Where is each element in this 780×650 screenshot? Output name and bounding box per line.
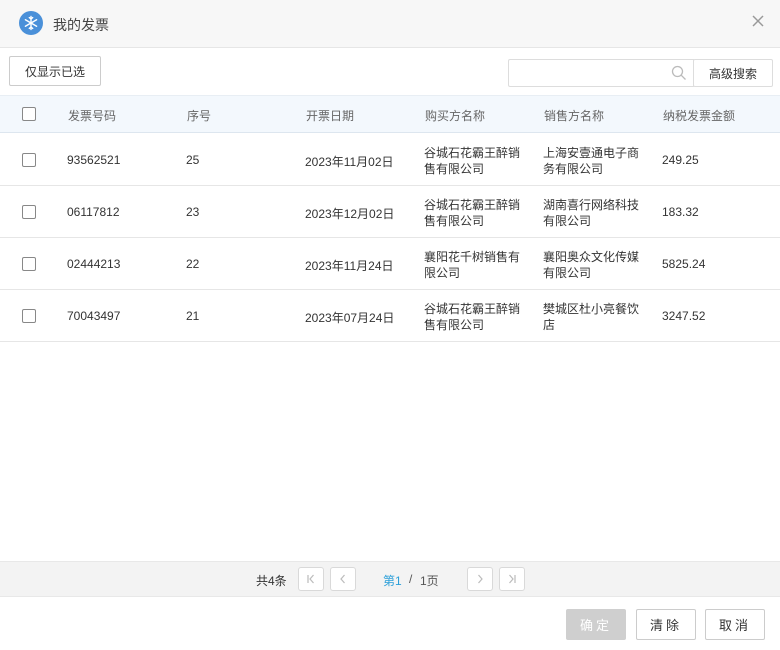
cell-buyer: 襄阳花千树销售有限公司 (424, 250, 521, 280)
column-header-buyer[interactable]: 购买方名称 (425, 107, 485, 124)
cell-invoice-no: 70043497 (67, 309, 121, 323)
current-page: 第1 (383, 574, 402, 588)
cell-buyer: 谷城石花霸王醉销售有限公司 (424, 302, 521, 332)
cell-date: 2023年11月24日 (305, 259, 394, 273)
last-page-icon[interactable] (499, 567, 525, 591)
row-checkbox[interactable] (22, 205, 36, 219)
cell-invoice-no: 06117812 (67, 205, 120, 219)
confirm-button[interactable]: 确定 (566, 609, 626, 640)
cell-seller: 樊城区杜小亮餐饮店 (543, 302, 640, 332)
total-count: 共4条 (256, 574, 287, 588)
snowflake-icon (19, 11, 43, 35)
table-row[interactable]: 06117812 23 2023年12月02日 谷城石花霸王醉销售有限公司 湖南… (0, 186, 780, 238)
pagination-bar: 共4条 第1 / 1页 (0, 561, 780, 597)
search-input[interactable] (508, 59, 694, 87)
cell-invoice-no: 02444213 (67, 257, 121, 271)
column-header-seller[interactable]: 销售方名称 (544, 107, 604, 124)
cell-seq: 23 (186, 205, 200, 219)
table-row[interactable]: 93562521 25 2023年11月02日 谷城石花霸王醉销售有限公司 上海… (0, 134, 780, 186)
page-separator: / (409, 572, 413, 586)
cell-amount: 183.32 (662, 205, 699, 219)
cell-seq: 25 (186, 153, 200, 167)
column-header-date[interactable]: 开票日期 (306, 107, 354, 124)
cancel-button[interactable]: 取消 (705, 609, 765, 640)
column-header-invoice-no[interactable]: 发票号码 (68, 107, 116, 124)
cell-date: 2023年11月02日 (305, 155, 394, 169)
show-selected-only-button[interactable]: 仅显示已选 (9, 56, 101, 86)
row-checkbox[interactable] (22, 309, 36, 323)
table-row[interactable]: 02444213 22 2023年11月24日 襄阳花千树销售有限公司 襄阳奥众… (0, 238, 780, 290)
row-checkbox[interactable] (22, 153, 36, 167)
cell-buyer: 谷城石花霸王醉销售有限公司 (424, 198, 521, 228)
table-header: 发票号码 序号 开票日期 购买方名称 销售方名称 纳税发票金额 (0, 95, 780, 133)
total-pages: 1页 (420, 574, 439, 588)
search-icon[interactable] (671, 65, 687, 81)
cell-buyer: 谷城石花霸王醉销售有限公司 (424, 146, 521, 176)
clear-button[interactable]: 清除 (636, 609, 696, 640)
toolbar: 仅显示已选 高级搜索 (0, 48, 780, 94)
close-icon[interactable] (750, 13, 766, 29)
cell-seller: 襄阳奥众文化传媒有限公司 (543, 250, 640, 280)
row-checkbox[interactable] (22, 257, 36, 271)
cell-seller: 上海安壹通电子商务有限公司 (543, 146, 640, 176)
cell-seller: 湖南喜行网络科技有限公司 (543, 198, 640, 228)
cell-amount: 5825.24 (662, 257, 706, 271)
cell-amount: 3247.52 (662, 309, 706, 323)
table-row[interactable]: 70043497 21 2023年07月24日 谷城石花霸王醉销售有限公司 樊城… (0, 290, 780, 342)
cell-date: 2023年12月02日 (305, 207, 395, 221)
cell-invoice-no: 93562521 (67, 153, 121, 167)
column-header-amount[interactable]: 纳税发票金额 (663, 107, 735, 124)
first-page-icon[interactable] (298, 567, 324, 591)
next-page-icon[interactable] (467, 567, 493, 591)
advanced-search-button[interactable]: 高级搜索 (693, 59, 773, 87)
column-header-seq[interactable]: 序号 (187, 107, 211, 124)
dialog-titlebar: 我的发票 (0, 0, 780, 48)
select-all-checkbox[interactable] (22, 107, 36, 121)
cell-seq: 21 (186, 309, 200, 323)
cell-amount: 249.25 (662, 153, 699, 167)
cell-seq: 22 (186, 257, 200, 271)
cell-date: 2023年07月24日 (305, 311, 395, 325)
dialog-title: 我的发票 (53, 17, 109, 33)
prev-page-icon[interactable] (330, 567, 356, 591)
